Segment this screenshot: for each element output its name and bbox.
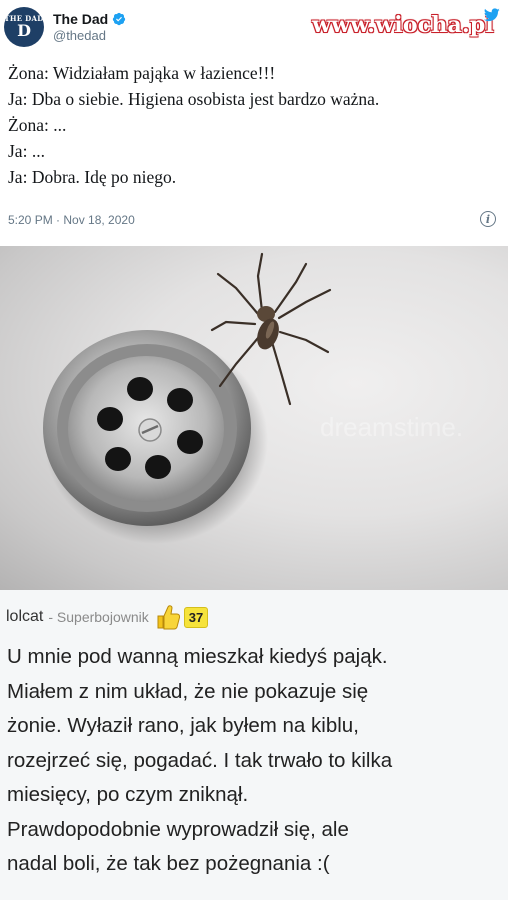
verified-badge-icon	[113, 12, 126, 26]
comment-header: lolcat - Superbojownik 37	[6, 602, 209, 632]
comment-line: miesięcy, po czym zniknął.	[7, 783, 249, 806]
tweet-line: Ja: ...	[8, 141, 45, 161]
comment-rank: - Superbojownik	[48, 609, 149, 625]
comment-score: 37	[183, 606, 209, 628]
comment-text: U mnie pod wanną mieszkał kiedyś pająk. …	[7, 640, 503, 882]
tweet-line: Ja: Dobra. Idę po niego.	[8, 167, 177, 187]
avatar-letter: D	[17, 21, 31, 40]
comment-username[interactable]: lolcat	[6, 608, 43, 626]
comment: lolcat - Superbojownik 37 U mnie pod wan…	[0, 590, 508, 900]
comment-line: Miałem z nim układ, że nie pokazuje się	[7, 679, 369, 703]
site-watermark: www.wiocha.pl	[312, 12, 494, 38]
avatar[interactable]: THE DAD D	[4, 7, 44, 47]
tweet-timestamp[interactable]: 5:20 PM · Nov 18, 2020	[8, 213, 135, 227]
comment-line: U mnie pod wanną mieszkał kiedyś pająk.	[7, 645, 388, 668]
tweet-text: Żona: Widziałam pająka w łazience!!! Ja:…	[8, 60, 498, 190]
stock-watermark: dreamstime.	[320, 412, 463, 442]
tweet-card: THE DAD D The Dad @thedad www.wiocha.pl …	[0, 0, 508, 246]
comment-line: żonie. Wyłaził rano, jak byłem na kiblu,	[7, 714, 359, 737]
info-icon[interactable]: i	[480, 211, 496, 227]
handle[interactable]: @thedad	[53, 28, 126, 43]
comment-line: nadal boli, że tak bez pożegnania :(	[7, 852, 330, 875]
tweet-line: Żona: Widziałam pająka w łazience!!!	[8, 63, 276, 83]
comment-line: rozejrzeć się, pogadać. I tak trwało to …	[7, 748, 393, 772]
tweet-line: Ja: Dba o siebie. Higiena osobista jest …	[8, 89, 380, 109]
user-info: The Dad @thedad	[53, 11, 126, 43]
photo-illustration: dreamstime.	[43, 252, 463, 544]
comment-line: Prawdopodobnie wyprowadził się, ale	[7, 817, 349, 841]
tweet-line: Żona: ...	[8, 115, 67, 135]
display-name[interactable]: The Dad	[53, 11, 108, 27]
spider-drain-photo: dreamstime.	[0, 246, 508, 590]
thumbs-up-icon[interactable]	[155, 603, 181, 631]
tweet-header: THE DAD D The Dad @thedad	[4, 4, 126, 50]
twitter-bird-icon	[484, 8, 500, 22]
